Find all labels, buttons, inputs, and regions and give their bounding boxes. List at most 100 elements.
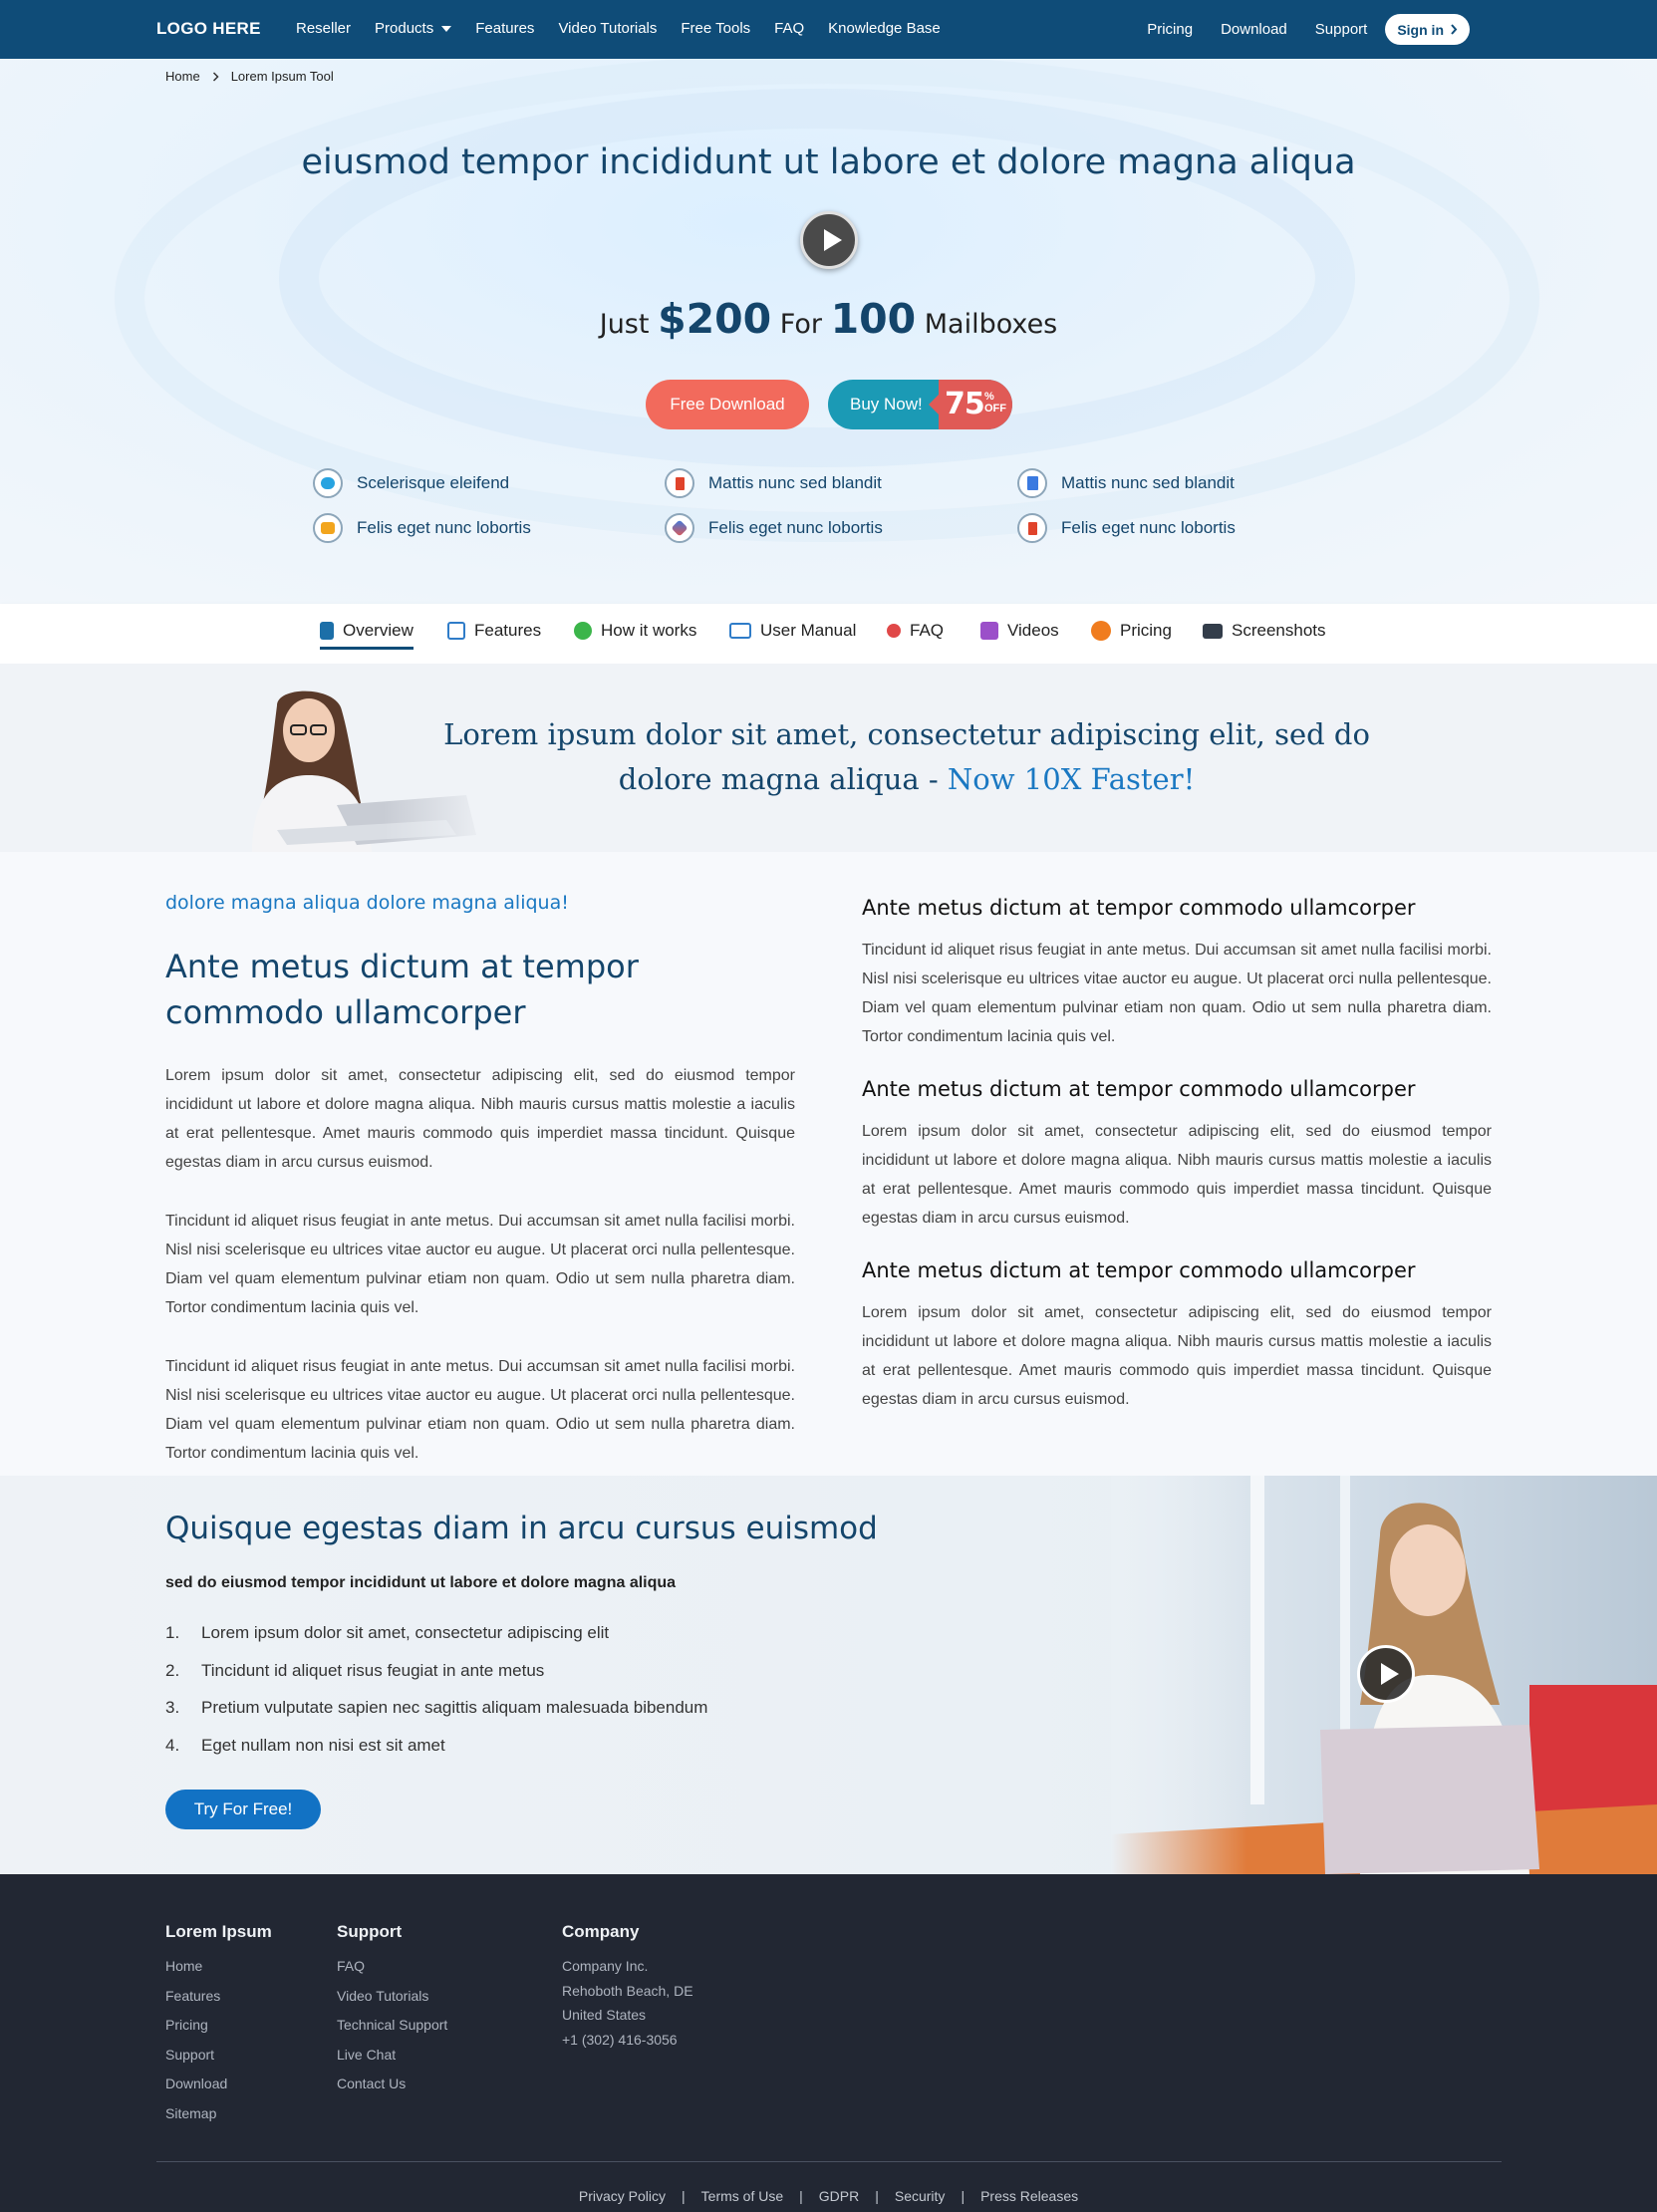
discount-percent: % (984, 391, 994, 403)
tab-label: Overview (343, 621, 414, 640)
list-text: Lorem ipsum dolor sit amet, consectetur … (201, 1623, 610, 1642)
nav-pricing[interactable]: Pricing (1147, 21, 1193, 38)
footer-link-technical-support[interactable]: Technical Support (337, 2017, 447, 2047)
nav-products-label: Products (375, 20, 434, 37)
footer-column-title: Lorem Ipsum (165, 1922, 272, 1941)
banner-highlight: Now 10X Faster! (947, 762, 1196, 796)
footer-separator: | (799, 2188, 803, 2204)
nav-download[interactable]: Download (1221, 21, 1287, 38)
content-kicker: dolore magna aliqua dolore magna aliqua! (165, 892, 569, 914)
feature-item: Mattis nunc sed blandit (665, 468, 882, 498)
price-mid: For (779, 309, 822, 340)
free-download-button[interactable]: Free Download (646, 380, 809, 429)
footer-link-live-chat[interactable]: Live Chat (337, 2047, 447, 2076)
footer-link-gdpr[interactable]: GDPR (819, 2188, 859, 2204)
play-video-button[interactable] (1357, 1645, 1415, 1703)
list-text: Pretium vulputate sapien nec sagittis al… (201, 1698, 708, 1717)
nav-video-tutorials[interactable]: Video Tutorials (558, 20, 657, 37)
company-address: Rehoboth Beach, DE (562, 1982, 693, 1999)
gear-icon (574, 622, 592, 640)
nav-faq[interactable]: FAQ (774, 20, 804, 37)
top-navbar: LOGO HERE Reseller Products Features Vid… (0, 0, 1657, 59)
nav-support[interactable]: Support (1315, 21, 1368, 38)
nav-products[interactable]: Products (375, 20, 452, 37)
tab-faq[interactable]: FAQ (887, 621, 944, 641)
footer-link-download[interactable]: Download (165, 2075, 272, 2105)
tab-screenshots[interactable]: Screenshots (1203, 621, 1326, 641)
feature-item: Felis eget nunc lobortis (1017, 513, 1236, 543)
footer-link-sitemap[interactable]: Sitemap (165, 2105, 272, 2135)
footer-link-faq[interactable]: FAQ (337, 1958, 447, 1988)
nav-right: Pricing Download Support Sign in (1119, 14, 1470, 45)
promo-section: Quisque egestas diam in arcu cursus euis… (0, 1476, 1657, 1874)
banner-headline: Lorem ipsum dolor sit amet, consectetur … (409, 712, 1405, 802)
tab-how-it-works[interactable]: How it works (574, 621, 696, 641)
list-text: Eget nullam non nisi est sit amet (201, 1735, 445, 1755)
tab-label: Features (474, 621, 542, 640)
office-icon (1017, 513, 1047, 543)
logo[interactable]: LOGO HERE (156, 19, 261, 39)
feature-item: Scelerisque eleifend (313, 468, 509, 498)
footer-separator: | (875, 2188, 879, 2204)
nav-reseller[interactable]: Reseller (296, 20, 351, 37)
book-icon (320, 622, 334, 640)
footer-link-contact-us[interactable]: Contact Us (337, 2075, 447, 2105)
office-icon (665, 468, 694, 498)
tab-features[interactable]: Features (447, 621, 541, 641)
folder-icon (313, 513, 343, 543)
content-paragraph: Lorem ipsum dolor sit amet, consectetur … (165, 1067, 795, 1171)
tab-pricing[interactable]: Pricing (1091, 621, 1172, 641)
tab-overview[interactable]: Overview (320, 621, 414, 650)
company-phone: +1 (302) 416-3056 (562, 2031, 678, 2048)
breadcrumb-home[interactable]: Home (165, 69, 200, 84)
nav-features[interactable]: Features (475, 20, 534, 37)
footer-separator: | (961, 2188, 966, 2204)
block-text: Lorem ipsum dolor sit amet, consectetur … (862, 1123, 1492, 1227)
tab-label: Videos (1007, 621, 1059, 640)
footer-link-privacy-policy[interactable]: Privacy Policy (579, 2188, 666, 2204)
price-line: Just $200 For 100 Mailboxes (0, 295, 1657, 343)
footer-link-features[interactable]: Features (165, 1988, 272, 2018)
tab-label: User Manual (760, 621, 857, 640)
list-item: 4. Eget nullam non nisi est sit amet (165, 1736, 707, 1774)
promo-subheading: sed do eiusmod tempor incididunt ut labo… (165, 1574, 677, 1591)
footer-link-press-releases[interactable]: Press Releases (980, 2188, 1078, 2204)
cloud-icon (313, 468, 343, 498)
pen-icon (665, 513, 694, 543)
feature-item: Felis eget nunc lobortis (313, 513, 531, 543)
feature-label: Felis eget nunc lobortis (357, 518, 531, 537)
footer-link-terms-of-use[interactable]: Terms of Use (701, 2188, 783, 2204)
feature-label: Mattis nunc sed blandit (708, 473, 882, 492)
overview-content: dolore magna aliqua dolore magna aliqua!… (0, 852, 1657, 1476)
feature-item: Mattis nunc sed blandit (1017, 468, 1235, 498)
tab-videos[interactable]: Videos (980, 621, 1059, 641)
play-video-button[interactable] (800, 211, 858, 269)
content-paragraph: Tincidunt id aliquet risus feugiat in an… (165, 1358, 795, 1462)
tab-label: How it works (601, 621, 697, 640)
list-number: 1. (165, 1623, 180, 1642)
hero-title: eiusmod tempor incididunt ut labore et d… (301, 142, 1356, 182)
dollar-icon (1091, 621, 1111, 641)
footer-link-support[interactable]: Support (165, 2047, 272, 2076)
buy-now-button[interactable]: Buy Now! 75 % OFF (828, 380, 1012, 429)
try-for-free-button[interactable]: Try For Free! (165, 1790, 321, 1829)
nav-knowledge-base[interactable]: Knowledge Base (828, 20, 941, 37)
discount-badge: 75 % OFF (929, 380, 1012, 429)
breadcrumb: Home Lorem Ipsum Tool (165, 69, 334, 84)
footer-link-pricing[interactable]: Pricing (165, 2017, 272, 2047)
footer-link-security[interactable]: Security (895, 2188, 946, 2204)
company-name: Company Inc. (562, 1958, 649, 1974)
sign-in-button[interactable]: Sign in (1385, 14, 1470, 45)
footer-legal-links: Privacy Policy | Terms of Use | GDPR | Securit… (0, 2188, 1657, 2204)
breadcrumb-current: Lorem Ipsum Tool (230, 69, 334, 84)
price-count: 100 (830, 295, 917, 343)
company-country: United States (562, 2007, 647, 2023)
feature-label: Felis eget nunc lobortis (1061, 518, 1236, 537)
footer-link-video-tutorials[interactable]: Video Tutorials (337, 1988, 447, 2018)
footer-column-support: Support FAQ Video Tutorials Technical Su… (337, 1922, 447, 2105)
tab-user-manual[interactable]: User Manual (729, 621, 856, 641)
content-heading: Ante metus dictum at tempor commodo ulla… (165, 948, 639, 1031)
price-amount: $200 (658, 295, 772, 343)
footer-link-home[interactable]: Home (165, 1958, 272, 1988)
nav-free-tools[interactable]: Free Tools (681, 20, 750, 37)
